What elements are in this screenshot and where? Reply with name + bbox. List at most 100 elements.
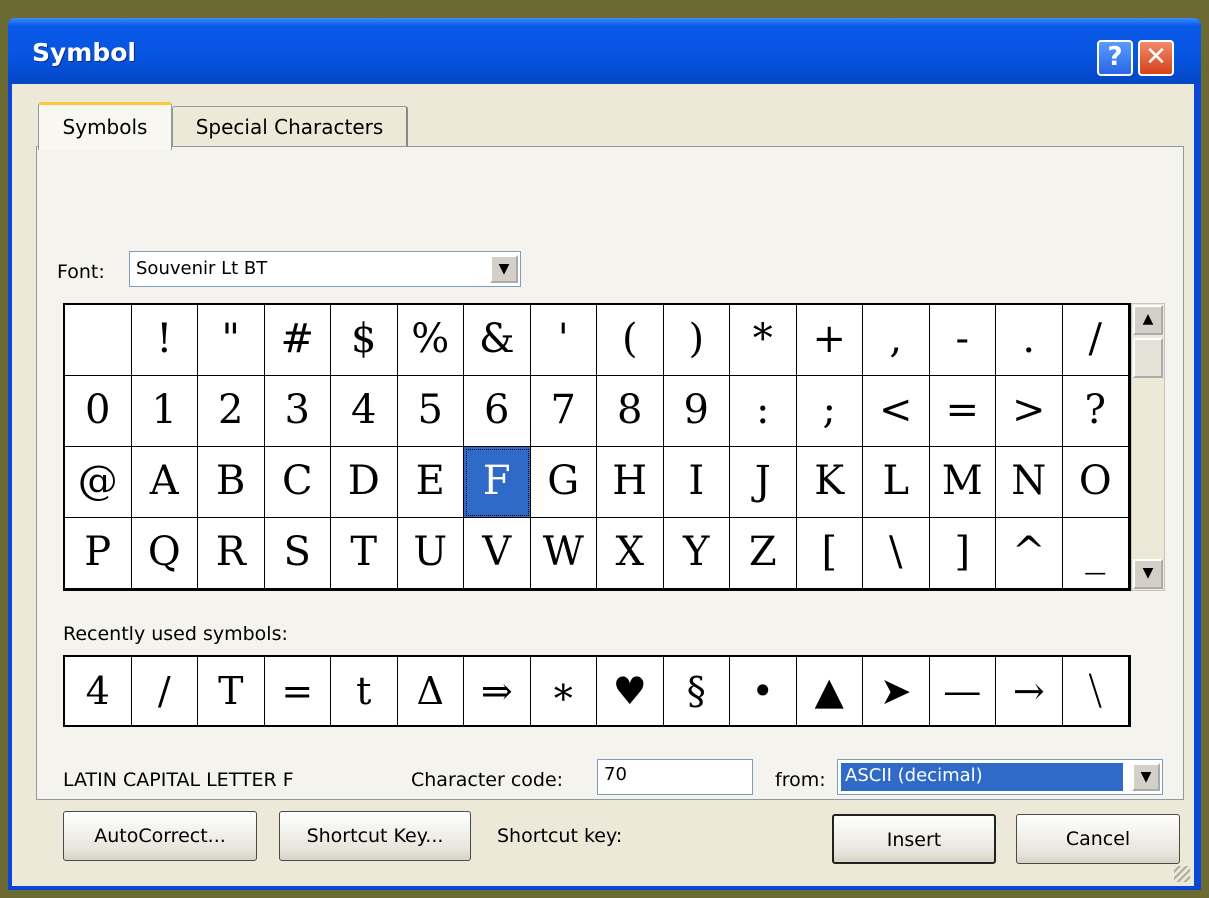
- symbol-cell[interactable]: U: [397, 518, 464, 589]
- symbol-cell[interactable]: 6: [464, 376, 531, 447]
- symbol-cell[interactable]: ]: [929, 518, 996, 589]
- symbol-cell[interactable]: ': [530, 305, 597, 376]
- recent-symbol-cell[interactable]: §: [664, 657, 730, 725]
- autocorrect-button[interactable]: AutoCorrect...: [63, 811, 257, 861]
- font-dropdown-button[interactable]: ▼: [490, 255, 518, 283]
- symbol-cell[interactable]: -: [929, 305, 996, 376]
- recent-symbol-cell[interactable]: /: [132, 657, 198, 725]
- title-bar[interactable]: Symbol ? ✕: [8, 18, 1201, 84]
- symbol-cell[interactable]: 2: [198, 376, 265, 447]
- shortcut-key-button[interactable]: Shortcut Key...: [279, 811, 471, 861]
- recent-symbol-cell[interactable]: 4: [65, 657, 132, 725]
- symbol-grid-scrollbar[interactable]: ▲ ▼: [1131, 303, 1165, 591]
- symbol-cell[interactable]: ": [198, 305, 265, 376]
- symbol-cell[interactable]: 3: [264, 376, 331, 447]
- symbol-grid[interactable]: ! " # $% & '() * +, -./ 0 1 2 3 4 5 6 7 8 9:; < = >? @ A B C D E F G H…: [63, 303, 1131, 591]
- recently-used-symbols[interactable]: 4/T = t Δ ⇒ ∗ ♥ § • ▲ ➤ — → ⧹: [63, 655, 1131, 727]
- symbol-cell[interactable]: [: [796, 518, 863, 589]
- symbol-cell[interactable]: /: [1062, 305, 1129, 376]
- symbol-cell[interactable]: M: [929, 447, 996, 518]
- symbol-cell[interactable]: L: [863, 447, 930, 518]
- symbol-cell[interactable]: G: [530, 447, 597, 518]
- symbol-cell[interactable]: =: [929, 376, 996, 447]
- symbol-cell[interactable]: 9: [663, 376, 730, 447]
- recent-symbol-cell[interactable]: ➤: [863, 657, 930, 725]
- symbol-cell[interactable]: D: [331, 447, 398, 518]
- recent-symbol-cell[interactable]: t: [331, 657, 398, 725]
- recent-symbol-cell[interactable]: ∗: [531, 657, 597, 725]
- symbol-cell[interactable]: F: [464, 447, 531, 518]
- help-button[interactable]: ?: [1097, 40, 1133, 76]
- symbol-cell[interactable]: \: [863, 518, 930, 589]
- symbol-cell[interactable]: V: [464, 518, 531, 589]
- symbol-cell[interactable]: O: [1062, 447, 1129, 518]
- close-button[interactable]: ✕: [1138, 40, 1174, 76]
- symbol-cell[interactable]: 8: [597, 376, 664, 447]
- symbol-cell[interactable]: Q: [131, 518, 198, 589]
- scroll-down-button[interactable]: ▼: [1133, 559, 1163, 589]
- recent-symbol-cell[interactable]: =: [265, 657, 331, 725]
- symbol-cell[interactable]: [65, 305, 132, 376]
- symbol-cell[interactable]: 1: [131, 376, 198, 447]
- from-select[interactable]: ASCII (decimal) ▼: [837, 759, 1163, 795]
- symbol-cell[interactable]: T: [331, 518, 398, 589]
- recent-symbol-cell[interactable]: T: [198, 657, 265, 725]
- symbol-cell[interactable]: W: [530, 518, 597, 589]
- tab-special-characters[interactable]: Special Characters: [172, 106, 408, 148]
- insert-button[interactable]: Insert: [832, 814, 996, 864]
- cancel-button[interactable]: Cancel: [1016, 814, 1180, 864]
- symbol-cell[interactable]: 4: [331, 376, 398, 447]
- symbol-cell[interactable]: >: [996, 376, 1063, 447]
- symbol-cell[interactable]: B: [198, 447, 265, 518]
- recent-symbol-cell[interactable]: →: [996, 657, 1063, 725]
- symbol-cell[interactable]: ,: [863, 305, 930, 376]
- recent-symbol-cell[interactable]: —: [930, 657, 996, 725]
- symbol-cell[interactable]: <: [863, 376, 930, 447]
- symbol-cell[interactable]: H: [597, 447, 664, 518]
- symbol-cell[interactable]: R: [198, 518, 265, 589]
- symbol-cell[interactable]: ^: [996, 518, 1063, 589]
- symbol-cell[interactable]: $: [331, 305, 398, 376]
- character-code-input[interactable]: 70: [597, 759, 753, 795]
- recent-symbol-cell[interactable]: •: [730, 657, 797, 725]
- symbol-cell[interactable]: P: [65, 518, 132, 589]
- recent-symbol-cell[interactable]: ▲: [797, 657, 863, 725]
- from-dropdown-button[interactable]: ▼: [1132, 763, 1160, 791]
- symbol-cell[interactable]: N: [996, 447, 1063, 518]
- recent-symbol-cell[interactable]: Δ: [398, 657, 464, 725]
- symbol-cell[interactable]: S: [264, 518, 331, 589]
- symbol-cell[interactable]: .: [996, 305, 1063, 376]
- symbol-cell[interactable]: %: [397, 305, 464, 376]
- symbol-cell[interactable]: E: [397, 447, 464, 518]
- symbol-cell[interactable]: A: [131, 447, 198, 518]
- symbol-cell[interactable]: :: [730, 376, 797, 447]
- symbol-cell[interactable]: 7: [530, 376, 597, 447]
- symbol-cell[interactable]: ;: [796, 376, 863, 447]
- symbol-cell[interactable]: *: [730, 305, 797, 376]
- recent-symbol-cell[interactable]: ⇒: [464, 657, 531, 725]
- symbol-cell[interactable]: +: [796, 305, 863, 376]
- symbol-cell[interactable]: ): [663, 305, 730, 376]
- symbol-cell[interactable]: X: [597, 518, 664, 589]
- recent-symbol-cell[interactable]: ♥: [597, 657, 664, 725]
- tab-symbols[interactable]: Symbols: [38, 102, 172, 150]
- symbol-cell[interactable]: I: [663, 447, 730, 518]
- symbol-cell[interactable]: &: [464, 305, 531, 376]
- symbol-cell[interactable]: ?: [1062, 376, 1129, 447]
- resize-grip[interactable]: [1174, 866, 1190, 882]
- symbol-cell[interactable]: Z: [730, 518, 797, 589]
- symbol-cell[interactable]: @: [65, 447, 132, 518]
- symbol-cell[interactable]: #: [264, 305, 331, 376]
- recent-symbol-cell[interactable]: ⧹: [1063, 657, 1129, 725]
- font-select[interactable]: Souvenir Lt BT ▼: [129, 251, 521, 287]
- symbol-cell[interactable]: K: [796, 447, 863, 518]
- symbol-cell[interactable]: !: [131, 305, 198, 376]
- symbol-cell[interactable]: _: [1062, 518, 1129, 589]
- symbol-cell[interactable]: C: [264, 447, 331, 518]
- scroll-thumb[interactable]: [1133, 338, 1163, 378]
- symbol-cell[interactable]: Y: [663, 518, 730, 589]
- symbol-cell[interactable]: (: [597, 305, 664, 376]
- symbol-cell[interactable]: J: [730, 447, 797, 518]
- symbol-cell[interactable]: 0: [65, 376, 132, 447]
- scroll-up-button[interactable]: ▲: [1133, 305, 1163, 335]
